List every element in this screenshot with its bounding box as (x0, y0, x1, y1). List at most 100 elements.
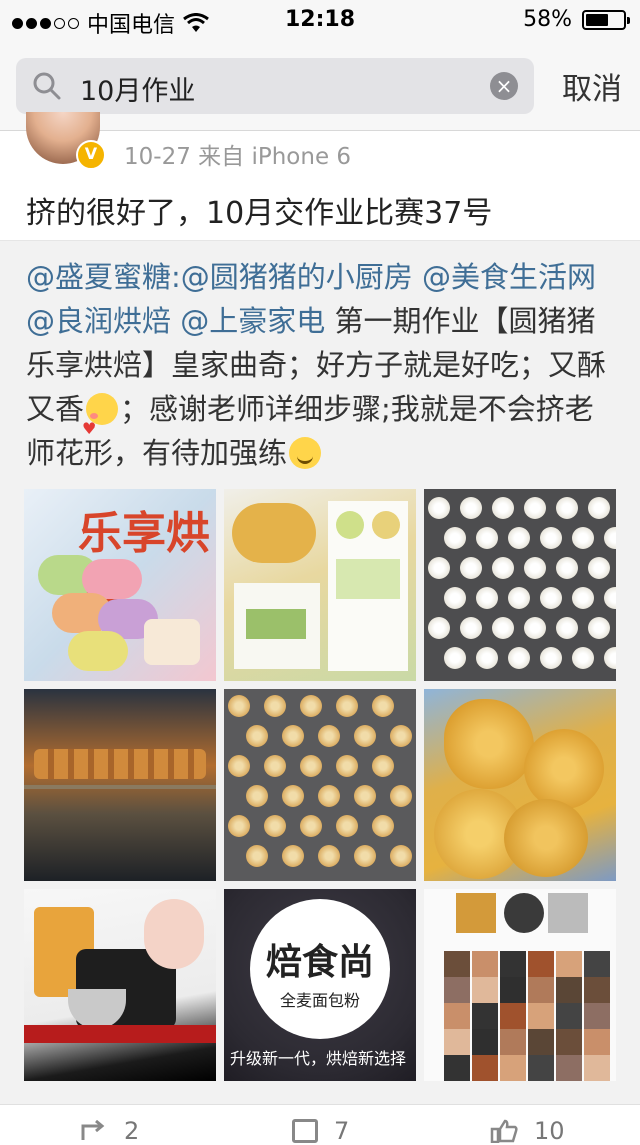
post-text: 挤的很好了，10月交作业比赛37号 (26, 196, 493, 231)
photo-thumbnail[interactable] (224, 489, 416, 681)
photo-thumbnail[interactable] (424, 889, 616, 1081)
cookie-shape (390, 785, 412, 807)
cookie-shape (508, 647, 530, 669)
clear-icon[interactable]: × (490, 72, 518, 100)
photo-thumbnail[interactable] (24, 889, 216, 1081)
avatar-tile (584, 1029, 610, 1055)
mention-link[interactable]: @美食生活网 (422, 260, 596, 294)
repost-text: @盛夏蜜糖:@圆猪猪的小厨房 @美食生活网 @良润烘焙 @上豪家电 第一期作业【… (26, 255, 622, 475)
avatar-tile (500, 1003, 526, 1029)
avatar-tile (584, 977, 610, 1003)
reposted-content[interactable]: @盛夏蜜糖:@圆猪猪的小厨房 @美食生活网 @良润烘焙 @上豪家电 第一期作业【… (0, 240, 640, 1105)
cookie-shape (476, 647, 498, 669)
comment-count: 7 (334, 1117, 350, 1145)
avatar-tile (500, 1055, 526, 1081)
cookie-shape (354, 725, 376, 747)
avatar-tile (472, 977, 498, 1003)
avatar-tile (528, 977, 554, 1003)
avatar-tile (556, 1003, 582, 1029)
cookie-shape (300, 755, 322, 777)
cookie-shape (390, 725, 412, 747)
cookie-shape (318, 725, 340, 747)
avatar-tile (584, 951, 610, 977)
cookie-shape (390, 845, 412, 867)
avatar-tile (528, 1055, 554, 1081)
cookie-shape (492, 617, 514, 639)
cookie-shape (508, 527, 530, 549)
cookie-shape (372, 815, 394, 837)
cookie-shape (604, 647, 616, 669)
mention-link[interactable]: @上豪家电 (180, 304, 325, 338)
avatar-tile (528, 1029, 554, 1055)
brand-badge: 焙食尚 全麦面包粉 (250, 899, 390, 1039)
cookie-shape (354, 785, 376, 807)
cookie-shape (336, 755, 358, 777)
cookie-shape (228, 815, 250, 837)
avatar-tile (528, 951, 554, 977)
cookie-shape (540, 527, 562, 549)
cookie-shape (282, 725, 304, 747)
mention-link[interactable]: @良润烘焙 (26, 304, 171, 338)
avatar-tile (472, 1055, 498, 1081)
cookie-shape (228, 755, 250, 777)
cookie-shape (572, 587, 594, 609)
photo-thumbnail[interactable] (424, 689, 616, 881)
comment-icon (292, 1119, 318, 1143)
avatar-tile (500, 1029, 526, 1055)
mention-link[interactable]: @盛夏蜜糖 (26, 260, 171, 294)
cookie-shape (264, 755, 286, 777)
cookie-shape (588, 617, 610, 639)
cookie-shape (318, 845, 340, 867)
photo-thumbnail[interactable] (24, 689, 216, 881)
cookie-shape (508, 587, 530, 609)
cookie-shape (246, 785, 268, 807)
search-icon (33, 72, 61, 100)
cookie-shape (282, 785, 304, 807)
avatar-tile (556, 977, 582, 1003)
cookie-shape (300, 695, 322, 717)
thumbs-up-icon (490, 1119, 518, 1143)
cookie-shape (476, 527, 498, 549)
mention-link[interactable]: @圆猪猪的小厨房 (181, 260, 413, 294)
cookie-shape (444, 647, 466, 669)
cookie-shape (492, 497, 514, 519)
cookie-shape (336, 815, 358, 837)
cookie-shape (524, 617, 546, 639)
search-input[interactable]: 10月作业 × (16, 58, 534, 114)
photo-thumbnail[interactable]: 乐享烘焙 (24, 489, 216, 681)
avatar-tile (556, 1055, 582, 1081)
post-meta: 10-27 来自 iPhone 6 (124, 144, 352, 170)
cookie-shape (428, 557, 450, 579)
battery-icon (582, 9, 630, 30)
avatar-tile (472, 1003, 498, 1029)
avatar-tile (584, 1055, 610, 1081)
cookie-shape (372, 695, 394, 717)
cookie-shape (604, 587, 616, 609)
cookie-shape (428, 497, 450, 519)
photo-thumbnail[interactable] (224, 689, 416, 881)
photo-thumbnail[interactable]: 焙食尚 全麦面包粉 升级新一代，烘焙新选择 (224, 889, 416, 1081)
avatar-tile (584, 1003, 610, 1029)
blush-emoji-icon (82, 393, 119, 451)
cookie-shape (354, 845, 376, 867)
cancel-button[interactable]: 取消 (562, 64, 622, 108)
avatar-tile (444, 1055, 470, 1081)
cookie-shape (428, 617, 450, 639)
cookie-shape (540, 647, 562, 669)
cookie-shape (556, 617, 578, 639)
comment-button[interactable]: 7 (292, 1117, 349, 1145)
avatar-tile (500, 977, 526, 1003)
cookie-shape (460, 617, 482, 639)
photo-thumbnail[interactable] (424, 489, 616, 681)
cookie-shape (336, 695, 358, 717)
cookie-shape (246, 725, 268, 747)
brand-subtitle: 全麦面包粉 (279, 991, 360, 1010)
avatar-tile (556, 1029, 582, 1055)
repost-button[interactable]: 2 (80, 1117, 139, 1145)
cookie-shape (282, 845, 304, 867)
like-button[interactable]: 10 (490, 1117, 565, 1145)
action-bar: 2 7 10 (0, 1104, 640, 1145)
search-query[interactable]: 10月作业 (80, 69, 195, 108)
avatar-tile (472, 1029, 498, 1055)
cookie-shape (588, 497, 610, 519)
